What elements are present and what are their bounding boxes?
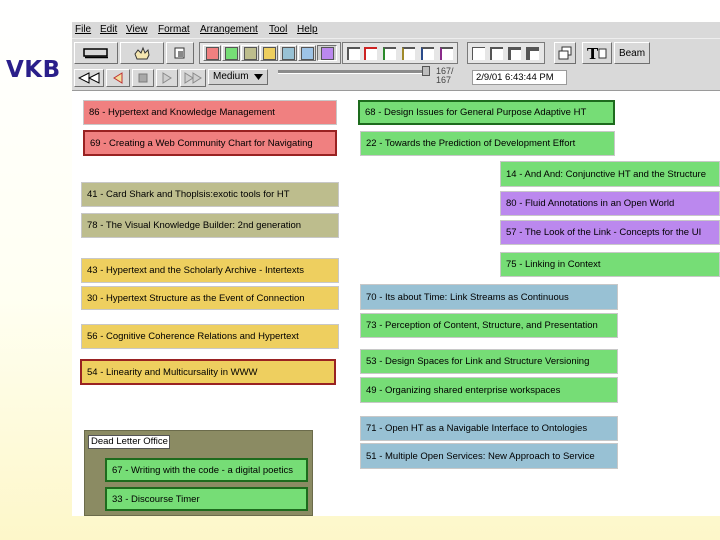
svg-text:T: T [587, 45, 599, 61]
node-51[interactable]: 51 - Multiple Open Services: New Approac… [360, 443, 618, 469]
node-53[interactable]: 53 - Design Spaces for Link and Structur… [360, 349, 618, 374]
fast-forward-button[interactable] [180, 69, 206, 87]
zoom-value: Medium [213, 71, 249, 82]
menu-bar: File Edit View Format Arrangement Tool H… [72, 22, 720, 38]
swatch-fill [205, 46, 219, 60]
menu-edit[interactable]: Edit [100, 24, 117, 35]
node-41[interactable]: 41 - Card Shark and Thoplsis:exotic tool… [81, 182, 339, 207]
stack-button[interactable] [554, 42, 576, 64]
play-icon [162, 72, 172, 84]
swatch-green[interactable] [222, 45, 240, 61]
stop-button[interactable] [132, 69, 154, 87]
timestamp-field: 2/9/01 6:43:44 PM [472, 70, 567, 85]
border-width-group [467, 42, 545, 64]
swatch-light-blue[interactable] [298, 45, 316, 61]
format-toolbar: T Beam [72, 38, 720, 67]
text-format-button[interactable]: T [582, 42, 612, 64]
stop-icon [138, 73, 148, 83]
node-22[interactable]: 22 - Towards the Prediction of Developme… [360, 131, 615, 156]
menu-arrangement[interactable]: Arrangement [200, 24, 258, 35]
node-71[interactable]: 71 - Open HT as a Navigable Interface to… [360, 416, 618, 441]
rectangle-tool-icon [83, 48, 108, 59]
text-format-icon: T [587, 45, 607, 61]
align-icon [174, 47, 185, 59]
swatch-fill [281, 46, 295, 60]
color-swatch-group [199, 42, 341, 64]
swatch-fill [320, 46, 334, 60]
step-back-icon [113, 72, 123, 84]
border-purple-sample[interactable] [440, 47, 453, 60]
border-red-sample[interactable] [364, 47, 377, 60]
collection-title: Dead Letter Office [88, 435, 170, 449]
node-78[interactable]: 78 - The Visual Knowledge Builder: 2nd g… [81, 213, 339, 238]
node-14[interactable]: 14 - And And: Conjunctive HT and the Str… [500, 161, 720, 187]
border-khaki-sample[interactable] [402, 47, 415, 60]
menu-tool[interactable]: Tool [269, 24, 287, 35]
vkb-window: File Edit View Format Arrangement Tool H… [72, 22, 720, 516]
swatch-blue[interactable] [279, 45, 297, 61]
node-68[interactable]: 68 - Design Issues for General Purpose A… [358, 100, 615, 125]
border-width-1[interactable] [472, 47, 485, 60]
node-86[interactable]: 86 - Hypertext and Knowledge Management [83, 100, 337, 125]
swatch-fill [262, 46, 276, 60]
rewind-icon [78, 72, 100, 84]
border-width-4[interactable] [526, 47, 539, 60]
menu-help[interactable]: Help [297, 24, 318, 35]
collection-dead-letter-office[interactable]: Dead Letter Office 67 - Writing with the… [84, 430, 313, 516]
menu-view[interactable]: View [126, 24, 148, 35]
border-green-sample[interactable] [383, 47, 396, 60]
swatch-fill [300, 46, 314, 60]
node-70[interactable]: 70 - Its about Time: Link Streams as Con… [360, 284, 618, 310]
step-back-button[interactable] [106, 69, 130, 87]
chevron-down-icon [254, 74, 263, 80]
stack-icon [558, 46, 572, 60]
history-slider-handle[interactable] [422, 66, 430, 76]
swatch-fill [243, 46, 257, 60]
border-blue-sample[interactable] [421, 47, 434, 60]
play-button[interactable] [156, 69, 178, 87]
fast-forward-icon [184, 72, 202, 84]
menu-file[interactable]: File [75, 24, 91, 35]
align-button[interactable] [166, 42, 194, 64]
new-object-button[interactable] [74, 42, 118, 64]
zoom-select[interactable]: Medium [208, 69, 268, 85]
collection-node-67[interactable]: 67 - Writing with the code - a digital p… [105, 458, 308, 482]
node-43[interactable]: 43 - Hypertext and the Scholarly Archive… [81, 258, 339, 283]
node-54[interactable]: 54 - Linearity and Multicursality in WWW [80, 359, 336, 385]
hand-tool-button[interactable] [120, 42, 164, 64]
counter-total: 167 [436, 75, 452, 85]
node-75[interactable]: 75 - Linking in Context [500, 252, 720, 277]
node-57[interactable]: 57 - The Look of the Link - Concepts for… [500, 220, 720, 245]
node-49[interactable]: 49 - Organizing shared enterprise worksp… [360, 377, 618, 403]
swatch-yellow[interactable] [260, 45, 278, 61]
rewind-button[interactable] [74, 69, 104, 87]
node-56[interactable]: 56 - Cognitive Coherence Relations and H… [81, 324, 339, 349]
collection-node-33[interactable]: 33 - Discourse Timer [105, 487, 308, 511]
swatch-purple[interactable] [317, 45, 337, 61]
node-73[interactable]: 73 - Perception of Content, Structure, a… [360, 313, 618, 338]
workspace-canvas[interactable]: 86 - Hypertext and Knowledge Management … [72, 91, 720, 516]
node-30[interactable]: 30 - Hypertext Structure as the Event of… [81, 286, 339, 310]
navigation-toolbar: Medium 167/ 167 2/9/01 6:43:44 PM [72, 66, 720, 91]
border-color-group [342, 42, 458, 64]
history-counter: 167/ 167 [436, 67, 466, 85]
slide-title: VKB [6, 57, 61, 83]
border-gray-sample[interactable] [347, 47, 360, 60]
node-69[interactable]: 69 - Creating a Web Community Chart for … [83, 130, 337, 156]
menu-format[interactable]: Format [158, 24, 190, 35]
node-80[interactable]: 80 - Fluid Annotations in an Open World [500, 191, 720, 216]
history-slider[interactable] [278, 70, 428, 74]
border-width-2[interactable] [490, 47, 503, 60]
border-width-3[interactable] [508, 47, 521, 60]
beam-button[interactable]: Beam [614, 42, 650, 64]
swatch-fill [224, 46, 238, 60]
hand-icon [134, 46, 150, 60]
swatch-khaki[interactable] [241, 45, 259, 61]
swatch-red[interactable] [203, 45, 221, 61]
